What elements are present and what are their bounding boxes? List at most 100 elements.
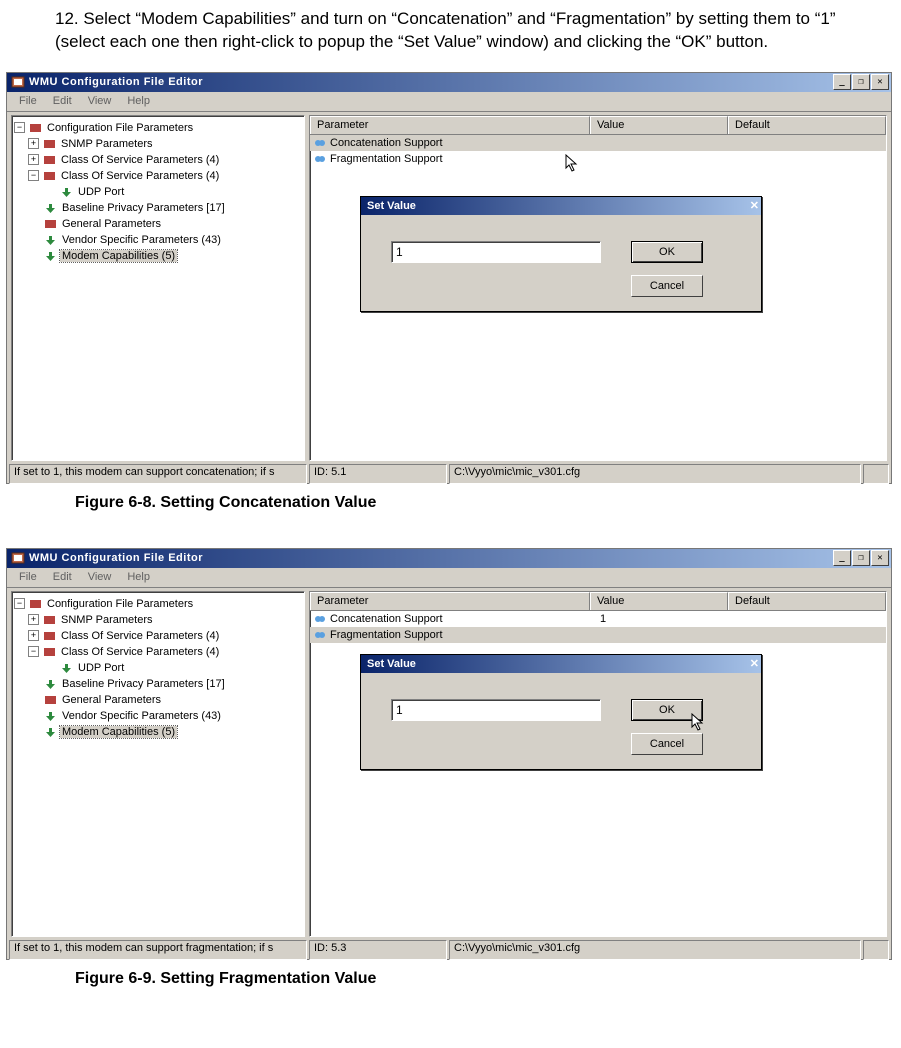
- instruction-step: 12. Select “Modem Capabilities” and turn…: [55, 8, 861, 54]
- minimize-button[interactable]: _: [833, 74, 851, 90]
- dialog-close-button[interactable]: ✕: [750, 657, 759, 670]
- param-icon: [314, 153, 326, 165]
- folder-icon: [44, 218, 57, 230]
- tree-item[interactable]: + Class Of Service Parameters (4): [14, 152, 302, 168]
- leaf-icon: [44, 726, 57, 738]
- close-button[interactable]: ✕: [871, 550, 889, 566]
- tree-item-label: UDP Port: [76, 662, 126, 674]
- figure-caption: Figure 6-9. Setting Fragmentation Value: [75, 970, 901, 988]
- col-value[interactable]: Value: [590, 592, 728, 610]
- tree-item[interactable]: Vendor Specific Parameters (43): [14, 232, 302, 248]
- menu-view[interactable]: View: [80, 570, 120, 584]
- tree-item-selected[interactable]: Modem Capabilities (5): [14, 724, 302, 740]
- set-value-input[interactable]: [391, 699, 601, 721]
- tree-item[interactable]: General Parameters: [14, 216, 302, 232]
- resize-grip[interactable]: [863, 464, 889, 484]
- folder-icon: [44, 694, 57, 706]
- expand-icon[interactable]: +: [28, 154, 39, 165]
- set-value-input[interactable]: [391, 241, 601, 263]
- tree-item[interactable]: UDP Port: [14, 184, 302, 200]
- param-row-concatenation[interactable]: Concatenation Support: [310, 135, 886, 151]
- leaf-icon: [44, 234, 57, 246]
- col-parameter[interactable]: Parameter: [310, 592, 590, 610]
- tree-item-label: General Parameters: [60, 694, 163, 706]
- folder-icon: [29, 598, 42, 610]
- ok-button[interactable]: OK: [631, 699, 703, 721]
- param-value: 1: [594, 613, 738, 625]
- resize-grip[interactable]: [863, 940, 889, 960]
- parameter-panel[interactable]: Parameter Value Default Concatenation Su…: [309, 591, 887, 937]
- tree-item[interactable]: + SNMP Parameters: [14, 136, 302, 152]
- folder-icon: [43, 630, 56, 642]
- status-id: ID: 5.1: [309, 464, 447, 484]
- tree-item-selected[interactable]: Modem Capabilities (5): [14, 248, 302, 264]
- tree-panel[interactable]: − Configuration File Parameters + SNMP P…: [11, 591, 305, 937]
- param-name: Fragmentation Support: [330, 153, 443, 165]
- param-row-fragmentation[interactable]: Fragmentation Support: [310, 151, 886, 167]
- status-id: ID: 5.3: [309, 940, 447, 960]
- param-row-fragmentation[interactable]: Fragmentation Support: [310, 627, 886, 643]
- maximize-button[interactable]: ❐: [852, 550, 870, 566]
- title-bar: WMU Configuration File Editor _ ❐ ✕: [7, 549, 891, 568]
- param-row-concatenation[interactable]: Concatenation Support 1: [310, 611, 886, 627]
- tree-item-label: Class Of Service Parameters (4): [59, 646, 221, 658]
- col-default[interactable]: Default: [728, 592, 886, 610]
- tree-root[interactable]: − Configuration File Parameters: [14, 120, 302, 136]
- tree-item[interactable]: − Class Of Service Parameters (4): [14, 644, 302, 660]
- leaf-icon: [60, 186, 73, 198]
- set-value-dialog: Set Value ✕ OK Cancel: [360, 654, 762, 770]
- tree-item[interactable]: + Class Of Service Parameters (4): [14, 628, 302, 644]
- status-bar: If set to 1, this modem can support conc…: [7, 463, 891, 483]
- menu-help[interactable]: Help: [119, 570, 158, 584]
- leaf-icon: [60, 662, 73, 674]
- collapse-icon[interactable]: −: [28, 170, 39, 181]
- tree-item[interactable]: Baseline Privacy Parameters [17]: [14, 200, 302, 216]
- tree-item-label: Modem Capabilities (5): [60, 726, 177, 738]
- minimize-button[interactable]: _: [833, 550, 851, 566]
- close-button[interactable]: ✕: [871, 74, 889, 90]
- leaf-icon: [44, 250, 57, 262]
- cancel-button[interactable]: Cancel: [631, 733, 703, 755]
- expand-icon[interactable]: +: [28, 138, 39, 149]
- menu-edit[interactable]: Edit: [45, 94, 80, 108]
- tree-item-label: SNMP Parameters: [59, 138, 155, 150]
- maximize-button[interactable]: ❐: [852, 74, 870, 90]
- folder-icon: [43, 170, 56, 182]
- col-parameter[interactable]: Parameter: [310, 116, 590, 134]
- menu-file[interactable]: File: [11, 570, 45, 584]
- collapse-icon[interactable]: −: [28, 646, 39, 657]
- menu-file[interactable]: File: [11, 94, 45, 108]
- tree-item[interactable]: Vendor Specific Parameters (43): [14, 708, 302, 724]
- tree-item[interactable]: UDP Port: [14, 660, 302, 676]
- tree-item[interactable]: Baseline Privacy Parameters [17]: [14, 676, 302, 692]
- menu-help[interactable]: Help: [119, 94, 158, 108]
- menu-view[interactable]: View: [80, 94, 120, 108]
- col-default[interactable]: Default: [728, 116, 886, 134]
- expand-icon[interactable]: +: [28, 630, 39, 641]
- param-name: Concatenation Support: [330, 613, 443, 625]
- col-value[interactable]: Value: [590, 116, 728, 134]
- collapse-icon[interactable]: −: [14, 598, 25, 609]
- tree-panel[interactable]: − Configuration File Parameters + SNMP P…: [11, 115, 305, 461]
- folder-icon: [43, 154, 56, 166]
- tree-item[interactable]: General Parameters: [14, 692, 302, 708]
- ok-button[interactable]: OK: [631, 241, 703, 263]
- parameter-panel[interactable]: Parameter Value Default Concatenation Su…: [309, 115, 887, 461]
- tree-item-label: Class Of Service Parameters (4): [59, 630, 221, 642]
- menu-edit[interactable]: Edit: [45, 570, 80, 584]
- title-bar: WMU Configuration File Editor _ ❐ ✕: [7, 73, 891, 92]
- status-path: C:\Vyyo\mic\mic_v301.cfg: [449, 464, 861, 484]
- tree-item-label: Class Of Service Parameters (4): [59, 154, 221, 166]
- status-bar: If set to 1, this modem can support frag…: [7, 939, 891, 959]
- expand-icon[interactable]: +: [28, 614, 39, 625]
- cancel-button[interactable]: Cancel: [631, 275, 703, 297]
- tree-item[interactable]: + SNMP Parameters: [14, 612, 302, 628]
- app-icon: [11, 551, 25, 565]
- folder-icon: [43, 614, 56, 626]
- dialog-close-button[interactable]: ✕: [750, 199, 759, 212]
- tree-root[interactable]: − Configuration File Parameters: [14, 596, 302, 612]
- title-text: WMU Configuration File Editor: [29, 552, 833, 564]
- tree-item[interactable]: − Class Of Service Parameters (4): [14, 168, 302, 184]
- collapse-icon[interactable]: −: [14, 122, 25, 133]
- editor-window-2: WMU Configuration File Editor _ ❐ ✕ File…: [6, 548, 892, 960]
